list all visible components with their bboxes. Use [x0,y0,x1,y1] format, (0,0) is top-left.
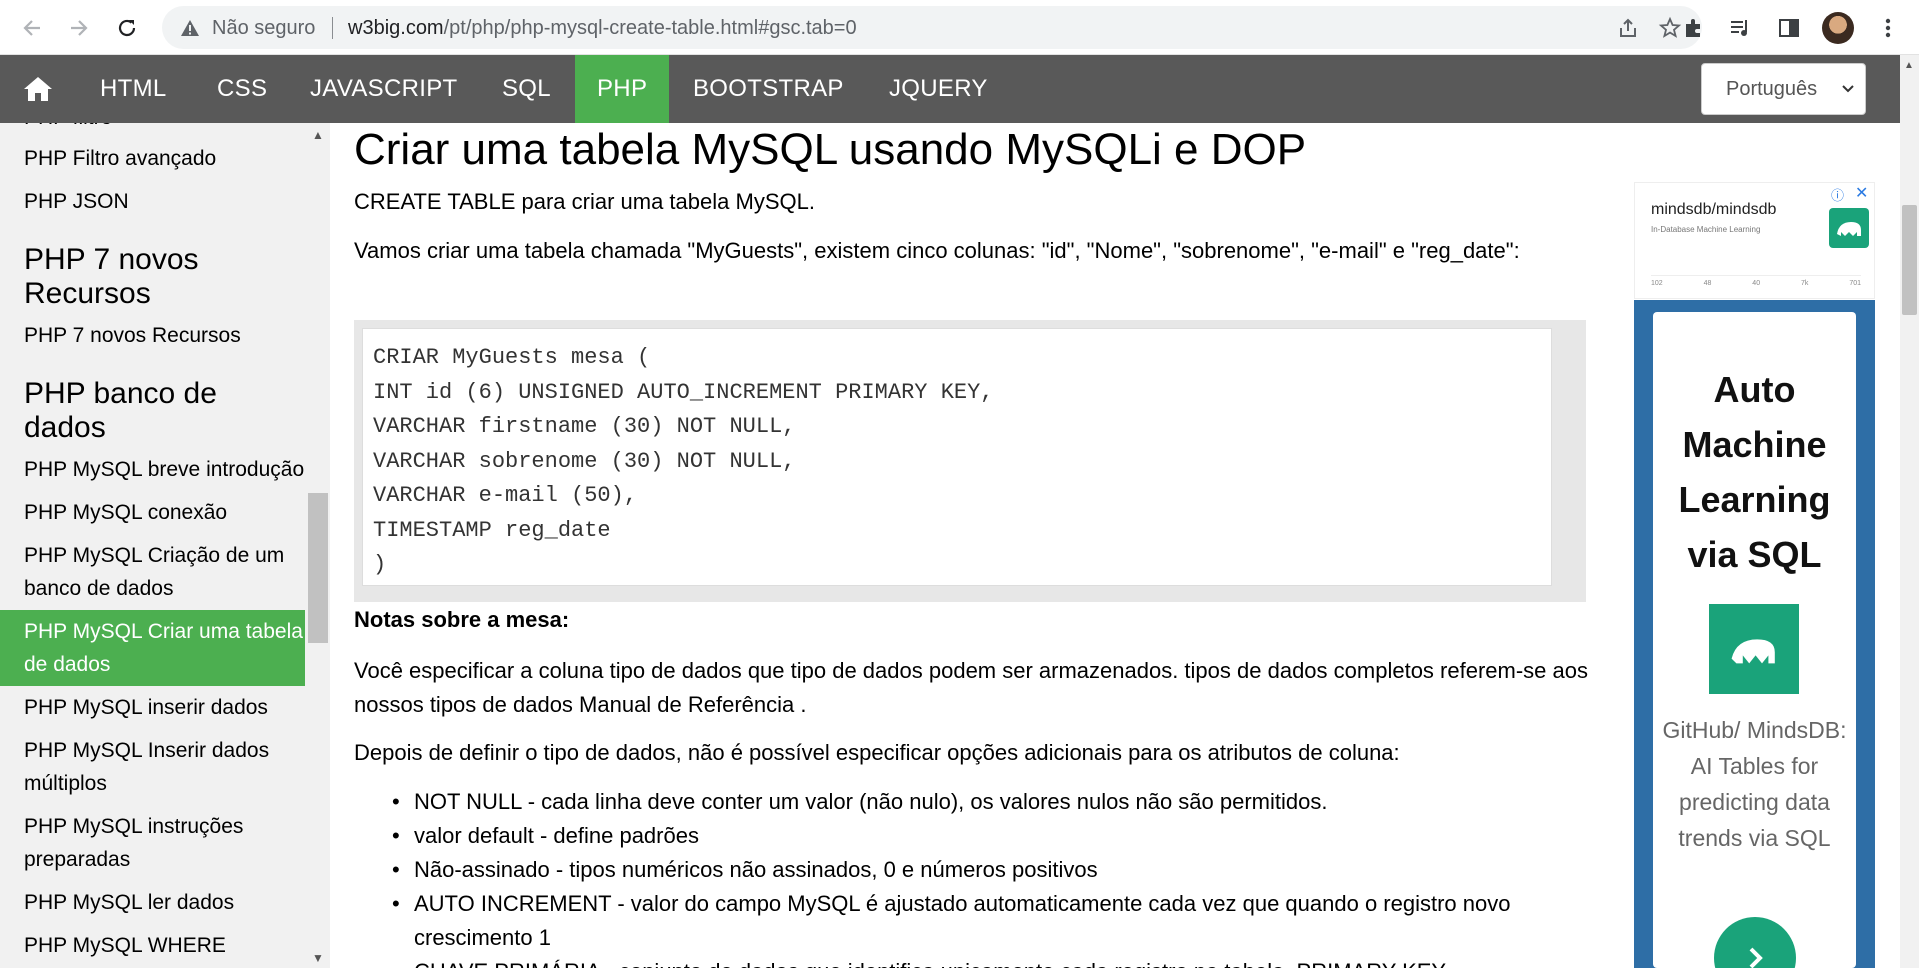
sidebar-item-mysql-where[interactable]: PHP MySQL WHERE [0,924,305,967]
list-item: NOT NULL - cada linha deve conter um val… [354,785,1594,819]
code-line: INT id (6) UNSIGNED AUTO_INCREMENT PRIMA… [373,379,994,405]
list-item: CHAVE PRIMÁRIA - conjunto de dados que i… [354,955,1594,968]
kebab-menu-icon[interactable] [1874,14,1902,42]
ad-description: GitHub/ MindsDB: AI Tables for predictin… [1662,717,1847,851]
language-selected: Português [1726,77,1818,100]
attributes-paragraph: Depois de definir o tipo de dados, não é… [354,740,1400,765]
sidebar-item-php7[interactable]: PHP 7 novos Recursos [0,311,305,357]
sidebar-item-mysql-inserir-multi[interactable]: PHP MySQL Inserir dados múltiplos [0,729,305,805]
sidebar-item-mysql-criar-tabela[interactable]: PHP MySQL Criar uma tabela de dados [0,610,305,686]
sidebar-item-filtro[interactable]: PHP filtro [0,123,305,137]
ad-title: mindsdb/mindsdb [1651,201,1777,218]
list-item: valor default - define padrões [354,819,1594,853]
scroll-up-arrow-icon[interactable]: ▲ [1904,60,1914,71]
code-line: ) [373,552,387,577]
sidebar-scrollbar-thumb[interactable] [308,493,328,643]
code-line: TIMESTAMP reg_date [373,517,611,543]
scroll-down-arrow-icon[interactable]: ▼ [312,951,324,965]
home-icon[interactable] [18,73,58,105]
ad-stat: 7k [1801,280,1809,287]
code-line: VARCHAR firstname (30) NOT NULL, [373,414,796,439]
share-icon[interactable] [1616,16,1640,45]
ad-stat: 701 [1849,280,1861,287]
nav-bootstrap[interactable]: BOOTSTRAP [671,55,866,123]
mindsdb-logo-icon [1709,604,1799,694]
sidebar-item-mysql-conexao[interactable]: PHP MySQL conexão [0,491,305,534]
top-navigation: HTML CSS JAVASCRIPT SQL PHP BOOTSTRAP JQ… [0,55,1900,123]
nav-javascript[interactable]: JAVASCRIPT [288,55,479,123]
url-path: /pt/php/php-mysql-create-table.html#gsc.… [443,17,857,39]
warning-triangle-icon[interactable] [180,18,200,38]
sidebar-heading-php7: PHP 7 novos Recursos [24,243,199,310]
page-title: Criar uma tabela MySQL usando MySQLi e D… [354,125,1307,174]
nav-sql[interactable]: SQL [480,55,573,123]
language-select[interactable]: Português [1701,63,1866,115]
ad-subtitle: In-Database Machine Learning [1651,225,1761,234]
sidebar-item-mysql-ler[interactable]: PHP MySQL ler dados [0,881,305,924]
ad-banner-large[interactable]: Auto Machine Learning via SQL GitHub/ Mi… [1634,300,1875,968]
sidebar-item-mysql-prepared[interactable]: PHP MySQL instruções preparadas [0,805,305,881]
ad-stat: 48 [1703,280,1712,287]
notes-heading: Notas sobre a mesa: [354,607,570,632]
nav-php[interactable]: PHP [575,55,670,123]
ad-info-icon[interactable]: ⓘ [1831,185,1844,204]
code-line: VARCHAR e-mail (50), [373,483,638,508]
ad-banner-small[interactable]: mindsdb/mindsdb In-Database Machine Lear… [1634,182,1875,299]
attribute-list: NOT NULL - cada linha deve conter um val… [354,785,1594,968]
code-block: CRIAR MyGuests mesa ( INT id (6) UNSIGNE… [362,328,1552,586]
ad-stats: 102 48 40 7k 701 [1651,275,1861,287]
side-panel-icon[interactable] [1775,14,1803,42]
bookmark-star-icon[interactable] [1658,16,1682,45]
code-line: VARCHAR sobrenome (30) NOT NULL, [373,448,796,474]
sidebar-item-filtro-avancado[interactable]: PHP Filtro avançado [0,137,305,180]
ad-card[interactable]: Auto Machine Learning via SQL GitHub/ Mi… [1653,312,1856,968]
page-scrollbar[interactable] [1900,55,1919,968]
nav-html[interactable]: HTML [78,55,189,123]
scroll-up-arrow-icon[interactable]: ▲ [312,128,324,142]
sidebar-item-mysql-inserir[interactable]: PHP MySQL inserir dados [0,686,305,729]
ad-close-icon[interactable]: ✕ [1855,183,1868,203]
intro-paragraph: CREATE TABLE para criar uma tabela MySQL… [354,189,815,214]
chevron-down-icon [1841,78,1855,106]
sidebar-heading-db: PHP banco de dados [24,377,217,444]
reload-icon[interactable] [110,11,144,45]
extensions-puzzle-icon[interactable] [1680,14,1708,42]
profile-avatar[interactable] [1822,12,1854,44]
sidebar-item-json[interactable]: PHP JSON [0,180,305,223]
sidebar: PHP filtro PHP Filtro avançado PHP JSON … [0,123,330,968]
code-example: CRIAR MyGuests mesa ( INT id (6) UNSIGNE… [354,320,1586,602]
browser-toolbar: Não seguro w3big.com/pt/php/php-mysql-cr… [0,0,1919,55]
list-item: Não-assinado - tipos numéricos não assin… [354,853,1594,887]
address-bar[interactable]: Não seguro w3big.com/pt/php/php-mysql-cr… [162,6,1702,49]
code-line: CRIAR MyGuests mesa ( [373,345,651,370]
mindsdb-logo-icon [1829,208,1869,248]
ad-arrow-button[interactable] [1714,917,1796,968]
security-label[interactable]: Não seguro [212,17,315,40]
separator [332,17,333,39]
media-control-icon[interactable] [1727,14,1755,42]
nav-css[interactable]: CSS [195,55,289,123]
ad-stat: 40 [1752,280,1761,287]
sidebar-item-mysql-intro[interactable]: PHP MySQL breve introdução [0,445,305,491]
data-types-paragraph: Você especificar a coluna tipo de dados … [354,658,1588,717]
list-item: AUTO INCREMENT - valor do campo MySQL é … [354,887,1594,955]
back-arrow-icon[interactable] [15,11,49,45]
forward-arrow-icon[interactable] [62,11,96,45]
ad-headline: Auto Machine Learning via SQL [1678,369,1831,575]
url-text[interactable]: w3big.com/pt/php/php-mysql-create-table.… [348,17,857,40]
url-host: w3big.com [348,17,444,39]
ad-stat: 102 [1651,280,1663,287]
nav-jquery[interactable]: JQUERY [867,55,1010,123]
page-scrollbar-thumb[interactable] [1902,205,1917,315]
main-content: Criar uma tabela MySQL usando MySQLi e D… [354,123,1594,968]
sidebar-item-mysql-criacao-db[interactable]: PHP MySQL Criação de um banco de dados [0,534,305,610]
description-paragraph: Vamos criar uma tabela chamada "MyGuests… [354,238,1520,263]
